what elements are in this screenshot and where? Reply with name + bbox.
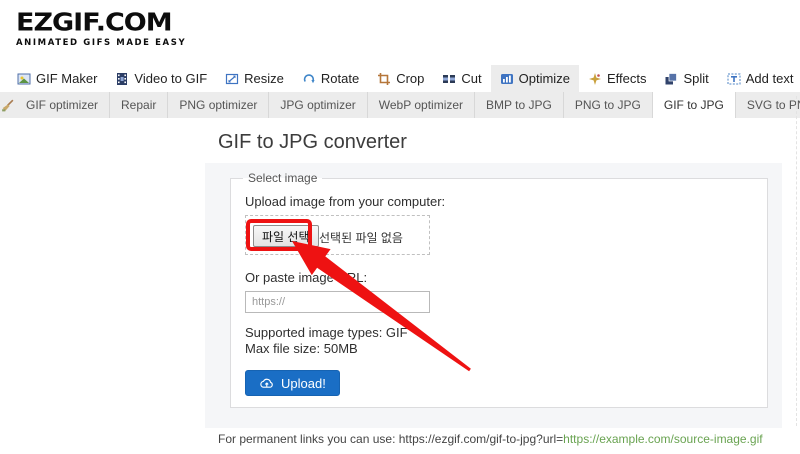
sub-tab-label: Repair [121,98,157,112]
cut-icon [443,74,456,83]
max-size-text: Max file size: 50MB [245,341,358,356]
sub-tab-label: GIF optimizer [26,98,99,112]
supported-types-text: Supported image types: GIF [245,325,408,340]
upload-button-label: Upload! [281,375,326,391]
nav-item-gif-maker[interactable]: GIF Maker [8,65,106,92]
sub-tab-label: GIF to JPG [663,98,724,112]
select-image-legend: Select image [248,171,318,185]
upload-from-computer-label: Upload image from your computer: [245,194,446,209]
sub-tab-label: WebP optimizer [378,98,464,112]
split-icon [665,72,678,84]
optimize-icon [500,73,513,84]
upload-panel: Select image Upload image from your comp… [205,163,782,428]
nav-item-label: Effects [606,71,647,86]
page-edge-dotted-line [796,96,797,426]
video-to-gif-icon [117,72,128,85]
effects-icon [588,72,601,85]
sub-tab-label: SVG to PNG [746,98,800,112]
sub-tab-label: JPG optimizer [280,98,356,112]
page-title: GIF to JPG converter [218,131,407,153]
nav-item-crop[interactable]: Crop [368,65,433,92]
rotate-icon [303,73,315,83]
nav-item-rotate[interactable]: Rotate [293,65,368,92]
nav-item-label: Optimize [518,71,570,86]
sub-tab-png-optimizer[interactable]: PNG optimizer [168,92,270,118]
file-status-text: 선택된 파일 없음 [319,231,403,245]
broom-icon [2,99,14,111]
resize-icon [226,73,239,84]
select-image-fieldset: Select image Upload image from your comp… [230,171,768,408]
nav-item-resize[interactable]: Resize [216,65,293,92]
site-logo-tagline: ANIMATED GIFS MADE EASY [16,38,187,48]
sub-tab-webp-optimizer[interactable]: WebP optimizer [368,92,476,118]
nav-item-label: Crop [396,71,425,86]
sub-tab-label: BMP to JPG [486,98,552,112]
sub-tab-gif-to-jpg[interactable]: GIF to JPG [652,92,736,118]
site-logo-title: EZGIF.COM [16,8,173,37]
nav-item-optimize[interactable]: Optimize [490,65,579,92]
sub-tab-png-to-jpg[interactable]: PNG to JPG [564,92,653,118]
sub-tab-label: PNG optimizer [179,98,258,112]
sub-tab-svg-to-png[interactable]: SVG to PNG [736,92,800,118]
main-nav: GIF Maker Video to GIF Resize Rotate Cro… [8,65,800,92]
nav-item-label: Add text [745,71,794,86]
site-logo[interactable]: EZGIF.COM ANIMATED GIFS MADE EASY [16,8,186,48]
nav-item-effects[interactable]: Effects [579,65,656,92]
nav-item-label: Resize [244,71,284,86]
nav-item-add-text[interactable]: Add text [718,65,800,92]
nav-item-label: Video to GIF [134,71,208,86]
sub-tab-repair[interactable]: Repair [110,92,169,118]
permanent-link-url[interactable]: https://example.com/source-image.gif [563,432,762,446]
sub-tab-gif-optimizer[interactable]: GIF optimizer [15,92,111,118]
gif-maker-icon [17,73,31,84]
sub-tab-jpg-optimizer[interactable]: JPG optimizer [269,92,368,118]
upload-button[interactable]: Upload! [245,370,340,396]
nav-item-label: GIF Maker [36,71,98,86]
sub-nav-lead [0,92,15,118]
image-url-input[interactable] [245,291,430,313]
sub-nav: GIF optimizer Repair PNG optimizer JPG o… [0,92,800,118]
file-select-button[interactable]: 파일 선택 [253,225,319,247]
file-drop-area: 파일 선택 선택된 파일 없음 [245,215,430,255]
crop-icon [378,72,391,85]
sub-tab-bmp-to-jpg[interactable]: BMP to JPG [475,92,564,118]
nav-item-label: Cut [461,71,482,86]
cloud-upload-icon [260,378,273,388]
paste-url-label: Or paste image URL: [245,270,368,285]
nav-item-label: Split [683,71,709,86]
permanent-link-prefix: For permanent links you can use: https:/… [218,432,564,446]
sub-tab-label: PNG to JPG [574,98,641,112]
nav-item-video-to-gif[interactable]: Video to GIF [106,65,216,92]
nav-item-cut[interactable]: Cut [433,65,490,92]
add-text-icon [727,73,741,84]
nav-item-split[interactable]: Split [655,65,717,92]
nav-item-label: Rotate [320,71,360,86]
permanent-link-note: For permanent links you can use: https:/… [218,432,763,446]
